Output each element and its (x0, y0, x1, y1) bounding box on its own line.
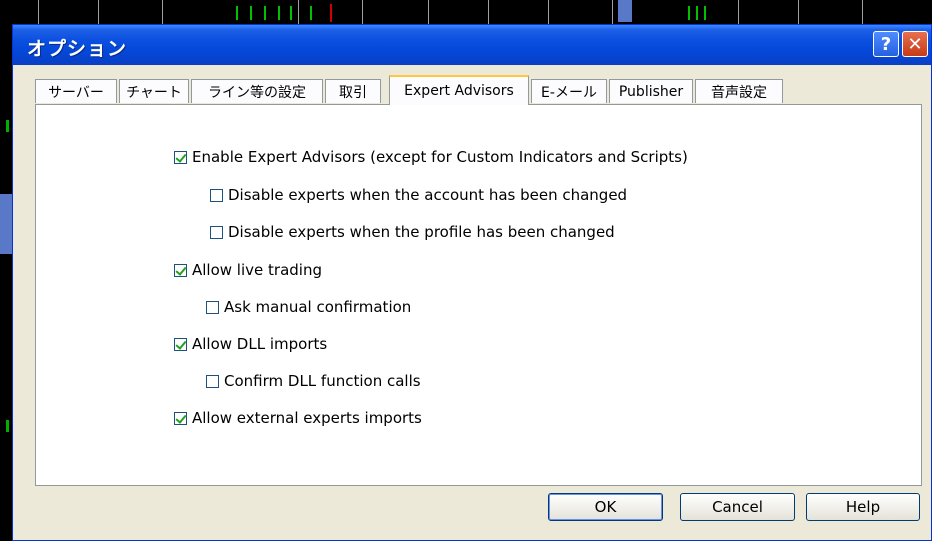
checkbox[interactable] (206, 300, 219, 314)
close-icon[interactable]: ✕ (902, 31, 928, 57)
chart-highlight (0, 194, 12, 254)
checkbox[interactable] (174, 337, 187, 351)
checkbox[interactable] (206, 374, 219, 388)
checkbox[interactable] (174, 150, 187, 164)
expert-advisors-panel: Enable Expert Advisors (except for Custo… (35, 104, 922, 486)
chart-candle (696, 6, 698, 20)
chart-candle (330, 4, 332, 22)
options-dialog: オプション ? ✕ サーバー チャート ライン等の設定 取引 Expert Ad… (12, 24, 932, 541)
chart-candle (688, 6, 690, 20)
option-label: Disable experts when the account has bee… (228, 186, 628, 204)
chart-candle (310, 6, 312, 20)
checkbox[interactable] (210, 188, 223, 202)
chart-candle (6, 120, 9, 132)
chart-candle (290, 6, 292, 20)
chart-highlight (618, 0, 632, 22)
tab-chart[interactable]: チャート (119, 79, 189, 103)
option-label: Allow DLL imports (192, 335, 328, 353)
tab-trade[interactable]: 取引 (325, 79, 381, 103)
chart-candle (236, 6, 238, 20)
option-allow-external-imports[interactable]: Allow external experts imports (174, 409, 422, 427)
window-title: オプション (27, 38, 128, 60)
cancel-button[interactable]: Cancel (680, 493, 795, 521)
tab-sound[interactable]: 音声設定 (695, 79, 783, 103)
option-disable-on-account-change[interactable]: Disable experts when the account has bee… (210, 186, 627, 204)
title-bar[interactable]: オプション ? ✕ (13, 25, 931, 65)
help-button[interactable]: Help (806, 493, 920, 521)
option-disable-on-profile-change[interactable]: Disable experts when the profile has bee… (210, 223, 615, 241)
option-label: Disable experts when the profile has bee… (228, 223, 615, 241)
chart-candle (250, 6, 252, 20)
option-label: Ask manual confirmation (224, 298, 412, 316)
ok-button[interactable]: OK (548, 493, 663, 521)
checkbox[interactable] (174, 263, 187, 277)
option-allow-dll-imports[interactable]: Allow DLL imports (174, 335, 327, 353)
option-enable-expert-advisors[interactable]: Enable Expert Advisors (except for Custo… (174, 148, 688, 166)
checkbox[interactable] (210, 225, 223, 239)
chart-candle (264, 6, 266, 20)
option-label: Allow live trading (192, 261, 322, 279)
tab-expert-advisors[interactable]: Expert Advisors (389, 75, 529, 105)
chart-candle (278, 6, 280, 20)
option-allow-live-trading[interactable]: Allow live trading (174, 261, 322, 279)
tab-server[interactable]: サーバー (35, 79, 117, 103)
help-icon[interactable]: ? (873, 31, 899, 57)
option-ask-manual-confirmation[interactable]: Ask manual confirmation (206, 298, 411, 316)
tab-email[interactable]: E-メール (531, 79, 607, 103)
option-label: Allow external experts imports (192, 409, 422, 427)
tab-publisher[interactable]: Publisher (609, 79, 693, 103)
checkbox[interactable] (174, 411, 187, 425)
tab-line-settings[interactable]: ライン等の設定 (191, 79, 323, 103)
chart-candle (704, 6, 706, 20)
option-label: Enable Expert Advisors (except for Custo… (192, 148, 688, 166)
option-label: Confirm DLL function calls (224, 372, 421, 390)
chart-candle (6, 420, 9, 432)
option-confirm-dll-calls[interactable]: Confirm DLL function calls (206, 372, 421, 390)
